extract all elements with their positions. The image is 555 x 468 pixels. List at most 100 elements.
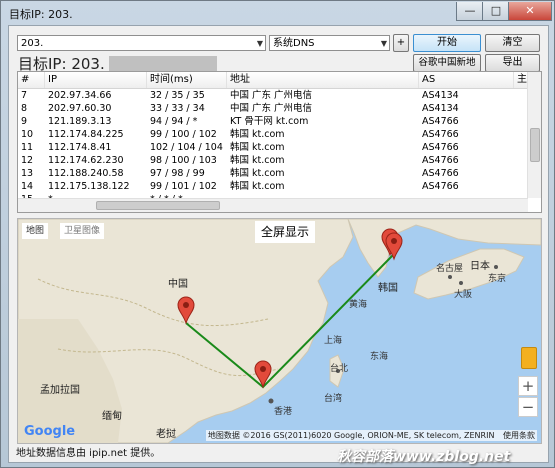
city-dot [268,398,274,404]
cell-address: 韩国 kt.com [230,142,285,153]
zoom-in-button[interactable]: + [518,376,538,396]
google-logo: Google [24,424,75,439]
label-tokyo: 东京 [488,274,507,284]
label-osaka: 大阪 [454,290,473,300]
add-button[interactable]: + [393,34,409,52]
cell-ip: 112.175.138.122 [48,181,130,192]
cell-as: AS4766 [422,129,459,140]
cell-time: 33 / 33 / 34 [150,103,205,114]
cell-ip: 112.174.84.225 [48,129,124,140]
horizontal-scrollbar[interactable] [18,198,528,212]
label-japan: 日本 [470,261,490,272]
street-view-pegman-icon[interactable] [521,347,537,369]
close-button[interactable]: ✕ [508,2,552,21]
ip-input[interactable]: 203. ▼ [17,35,266,51]
cell-time: 32 / 35 / 35 [150,90,205,101]
route-map[interactable]: 地图 卫星图像 全屏显示 中国 韩国 黄海 东海 上海 名古屋 东京 日本 大阪… [17,218,542,444]
cell-address: 中国 广东 广州电信 [230,103,313,114]
cell-address: 韩国 kt.com [230,155,285,166]
ip-input-value: 203. [21,38,44,49]
main-panel: 203. ▼ 系统DNS ▼ + 开始 清空 谷歌中国新地图 导出 目标IP: … [8,25,549,463]
header-number[interactable]: # [18,72,45,88]
zoom-out-button[interactable]: − [518,397,538,417]
cell-time: 98 / 100 / 103 [150,155,217,166]
scrollbar-thumb[interactable] [96,201,220,210]
title-bar[interactable]: 目标IP: 203. — □ ✕ [1,1,554,25]
cell-address: KT 骨干网 kt.com [230,116,309,127]
cell-number: 10 [21,129,34,140]
cell-number: 13 [21,168,34,179]
label-taiwan: 台湾 [324,394,343,404]
label-nagoya: 名古屋 [436,264,464,274]
cell-number: 8 [21,103,28,114]
cell-ip: 121.189.3.13 [48,116,112,127]
trace-table: # IP 时间(ms) 地址 AS 主机 7 202.97.34.66 32 / 3… [17,71,542,213]
table-row[interactable]: 11 112.174.8.41 102 / 104 / 104 韩国 kt.com AS… [18,141,528,154]
header-as[interactable]: AS [419,72,514,88]
cell-ip: 112.188.240.58 [48,168,124,179]
terms-link[interactable]: 使用条款 [503,431,535,440]
cell-address: 中国 广东 广州电信 [230,90,313,101]
table-row[interactable]: 9 121.189.3.13 94 / 94 / * KT 骨干网 kt.com AS4… [18,115,528,128]
export-button[interactable]: 导出 [485,54,540,72]
cell-as: AS4766 [422,142,459,153]
cell-address: 韩国 kt.com [230,181,285,192]
cell-time: 99 / 100 / 102 [150,129,217,140]
table-row[interactable]: 12 112.174.62.230 98 / 100 / 103 韩国 kt.com A… [18,154,528,167]
cell-ip: 112.174.8.41 [48,142,112,153]
table-header: # IP 时间(ms) 地址 AS 主机 [18,72,537,89]
cell-address: 韩国 kt.com [230,168,285,179]
cell-ip: 202.97.34.66 [48,90,112,101]
cell-as: AS4766 [422,181,459,192]
map-attribution-text: 地图数据 ©2016 GS(2011)6020 Google, ORION-ME… [207,431,495,440]
label-yellow-sea: 黄海 [349,300,368,310]
chevron-down-icon[interactable]: ▼ [381,36,387,52]
fullscreen-button[interactable]: 全屏显示 [255,221,316,243]
header-address[interactable]: 地址 [227,72,419,88]
label-east-sea: 东海 [370,352,389,362]
label-hongkong: 香港 [274,407,293,417]
label-taipei: 台北 [330,364,349,374]
dns-select-value: 系统DNS [273,38,315,49]
table-row[interactable]: 10 112.174.84.225 99 / 100 / 102 韩国 kt.com A… [18,128,528,141]
google-logo-text: Google [24,424,76,439]
table-row[interactable]: 8 202.97.60.30 33 / 33 / 34 中国 广东 广州电信 AS413… [18,102,528,115]
cell-number: 14 [21,181,34,192]
minimize-button[interactable]: — [456,2,484,21]
label-china: 中国 [168,279,188,290]
cell-as: AS4766 [422,168,459,179]
table-row[interactable]: 14 112.175.138.122 99 / 101 / 102 韩国 kt.com… [18,180,528,193]
maximize-button[interactable]: □ [482,2,510,21]
cell-ip: 112.174.62.230 [48,155,124,166]
site-watermark: 秋容部落www.zblog.net [337,449,511,465]
google-map-button[interactable]: 谷歌中国新地图 [413,54,481,84]
map-type-map[interactable]: 地图 [22,223,49,239]
cell-time: 97 / 98 / 99 [150,168,205,179]
clear-button[interactable]: 清空 [485,34,540,52]
header-time[interactable]: 时间(ms) [147,72,227,88]
cell-number: 7 [21,90,28,101]
cell-ip: 202.97.60.30 [48,103,112,114]
cell-number: 11 [21,142,34,153]
label-korea: 韩国 [378,283,398,294]
chevron-down-icon[interactable]: ▼ [257,36,263,52]
vertical-scrollbar[interactable] [527,72,541,198]
cell-time: 99 / 101 / 102 [150,181,217,192]
cell-time: 102 / 104 / 104 [150,142,223,153]
map-type-satellite[interactable]: 卫星图像 [60,223,105,239]
start-button[interactable]: 开始 [413,34,481,52]
header-ip[interactable]: IP [45,72,147,88]
table-row[interactable]: 13 112.188.240.58 97 / 98 / 99 韩国 kt.com AS4… [18,167,528,180]
scrollbar-thumb[interactable] [530,128,540,162]
cell-as: AS4134 [422,103,459,114]
label-bangladesh: 孟加拉国 [40,385,80,396]
window-title: 目标IP: 203. [9,8,73,21]
label-shanghai: 上海 [324,336,343,346]
dns-select[interactable]: 系统DNS ▼ [269,35,390,51]
cell-as: AS4766 [422,116,459,127]
table-row[interactable]: 7 202.97.34.66 32 / 35 / 35 中国 广东 广州电信 AS413… [18,89,528,102]
label-laos: 老挝 [156,429,176,440]
cell-time: 94 / 94 / * [150,116,198,127]
redacted-ip-mask [108,56,217,71]
app-window: 目标IP: 203. — □ ✕ 203. ▼ 系统DNS ▼ + 开始 清空 … [0,0,555,468]
